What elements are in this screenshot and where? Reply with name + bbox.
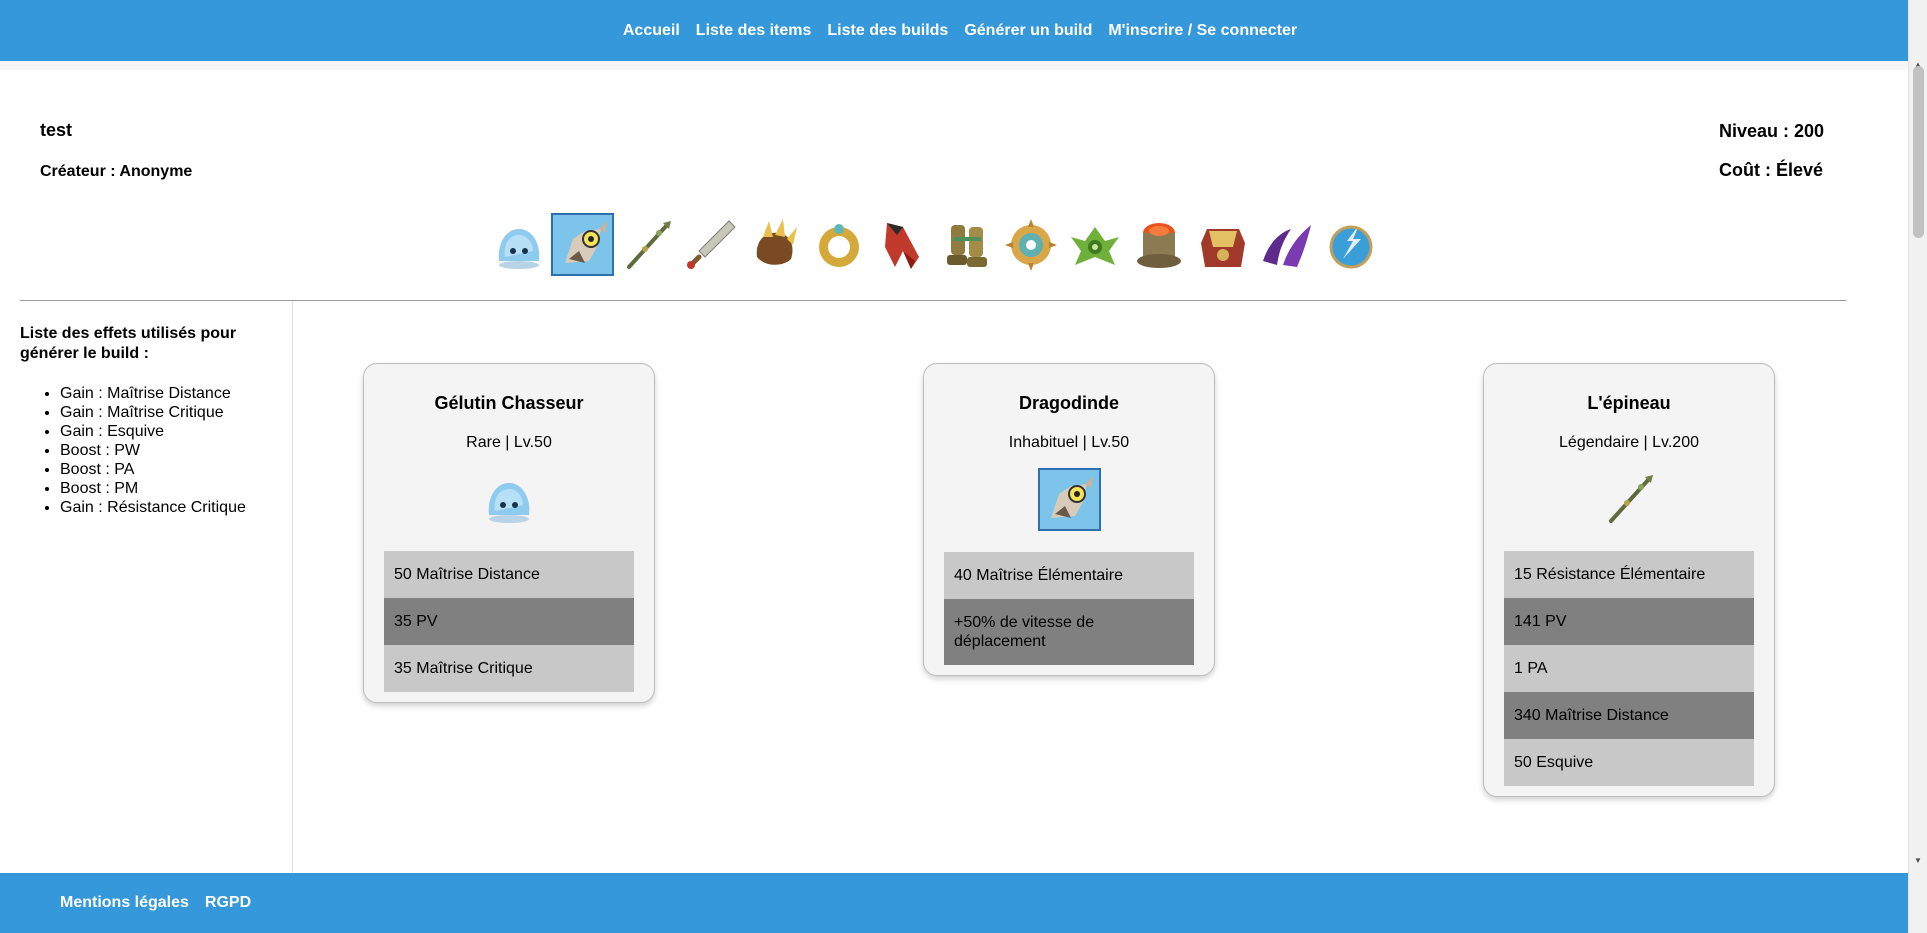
footer: Mentions légales RGPD	[0, 873, 1909, 933]
blue-emblem-icon[interactable]	[1319, 213, 1382, 276]
item-card-stats: 50 Maîtrise Distance 35 PV 35 Maîtrise C…	[384, 551, 634, 692]
dragodinde-mount-icon[interactable]	[551, 213, 614, 276]
stat-row: 50 Maîtrise Distance	[384, 551, 634, 598]
staff-weapon-icon[interactable]	[615, 213, 678, 276]
gold-ring-icon[interactable]	[807, 213, 870, 276]
top-navigation: Accueil Liste des items Liste des builds…	[0, 0, 1920, 61]
page-scrollbar[interactable]: ▲ ▼	[1908, 0, 1927, 933]
item-card-rarity-level: Rare | Lv.50	[466, 434, 552, 451]
effects-list: Gain : Maîtrise Distance Gain : Maîtrise…	[60, 384, 246, 517]
effect-item: Gain : Esquive	[60, 422, 246, 441]
legal-notice-link[interactable]: Mentions légales	[60, 894, 189, 912]
nav-shadow-strip	[0, 61, 1909, 70]
dragodinde-mount-icon	[1037, 468, 1101, 531]
section-divider	[20, 300, 1846, 301]
claw-amulet-icon[interactable]	[743, 213, 806, 276]
effect-item: Gain : Résistance Critique	[60, 498, 246, 517]
item-card-dragodinde: Dragodinde Inhabituel | Lv.50 40 Maîtris…	[923, 363, 1215, 676]
stat-row: 340 Maîtrise Distance	[1504, 692, 1754, 739]
item-card-title: L'épineau	[1587, 393, 1671, 413]
stat-row: 15 Résistance Élémentaire	[1504, 551, 1754, 598]
effect-item: Gain : Maîtrise Critique	[60, 403, 246, 422]
green-belt-icon[interactable]	[1063, 213, 1126, 276]
build-level: Niveau : 200	[1719, 121, 1825, 141]
equipment-bar	[487, 213, 1382, 276]
chest-armor-icon[interactable]	[1191, 213, 1254, 276]
stat-row: 50 Esquive	[1504, 739, 1754, 786]
rgpd-link[interactable]: RGPD	[205, 894, 251, 912]
dagger-icon[interactable]	[679, 213, 742, 276]
item-card-epineau: L'épineau Légendaire | Lv.200 15 Résista…	[1483, 363, 1775, 797]
red-cape-icon[interactable]	[871, 213, 934, 276]
nav-accueil-link[interactable]: Accueil	[623, 22, 680, 40]
scrollbar-thumb[interactable]	[1913, 66, 1924, 238]
stat-row: +50% de vitesse de déplacement	[944, 599, 1194, 665]
boots-icon[interactable]	[935, 213, 998, 276]
sun-emblem-icon[interactable]	[999, 213, 1062, 276]
effects-title: Liste des effets utilisés pour générer l…	[20, 325, 237, 362]
staff-weapon-icon	[1504, 468, 1754, 530]
effect-item: Gain : Maîtrise Distance	[60, 384, 246, 403]
effect-item: Boost : PW	[60, 441, 246, 460]
build-cost: Coût : Élevé	[1719, 160, 1824, 180]
item-card-stats: 15 Résistance Élémentaire 141 PV 1 PA 34…	[1504, 551, 1754, 786]
item-card-stats: 40 Maîtrise Élémentaire +50% de vitesse …	[944, 552, 1194, 665]
gelutin-pet-icon	[384, 468, 634, 530]
gelutin-pet-icon[interactable]	[487, 213, 550, 276]
effect-item: Boost : PA	[60, 460, 246, 479]
item-card-rarity-level: Légendaire | Lv.200	[1559, 434, 1699, 451]
nav-items-link[interactable]: Liste des items	[696, 22, 812, 40]
stat-row: 35 Maîtrise Critique	[384, 645, 634, 692]
build-creator: Créateur : Anonyme	[40, 163, 193, 180]
item-card-gelutin: Gélutin Chasseur Rare | Lv.50 50 Maîtris…	[363, 363, 655, 703]
build-name: test	[40, 120, 73, 140]
stat-row: 35 PV	[384, 598, 634, 645]
stat-row: 40 Maîtrise Élémentaire	[944, 552, 1194, 599]
item-card-rarity-level: Inhabituel | Lv.50	[1008, 434, 1130, 451]
nav-builds-link[interactable]: Liste des builds	[827, 22, 948, 40]
sidebar-divider	[292, 301, 293, 873]
stat-row: 1 PA	[1504, 645, 1754, 692]
nav-generate-build-link[interactable]: Générer un build	[964, 22, 1092, 40]
red-helmet-icon[interactable]	[1127, 213, 1190, 276]
purple-epaulettes-icon[interactable]	[1255, 213, 1318, 276]
item-card-title: Dragodinde	[1018, 393, 1119, 413]
stat-row: 141 PV	[1504, 598, 1754, 645]
item-card-title: Gélutin Chasseur	[434, 393, 584, 413]
effect-item: Boost : PM	[60, 479, 246, 498]
scroll-down-icon[interactable]: ▼	[1914, 856, 1922, 865]
nav-login-link[interactable]: M'inscrire / Se connecter	[1108, 22, 1297, 40]
